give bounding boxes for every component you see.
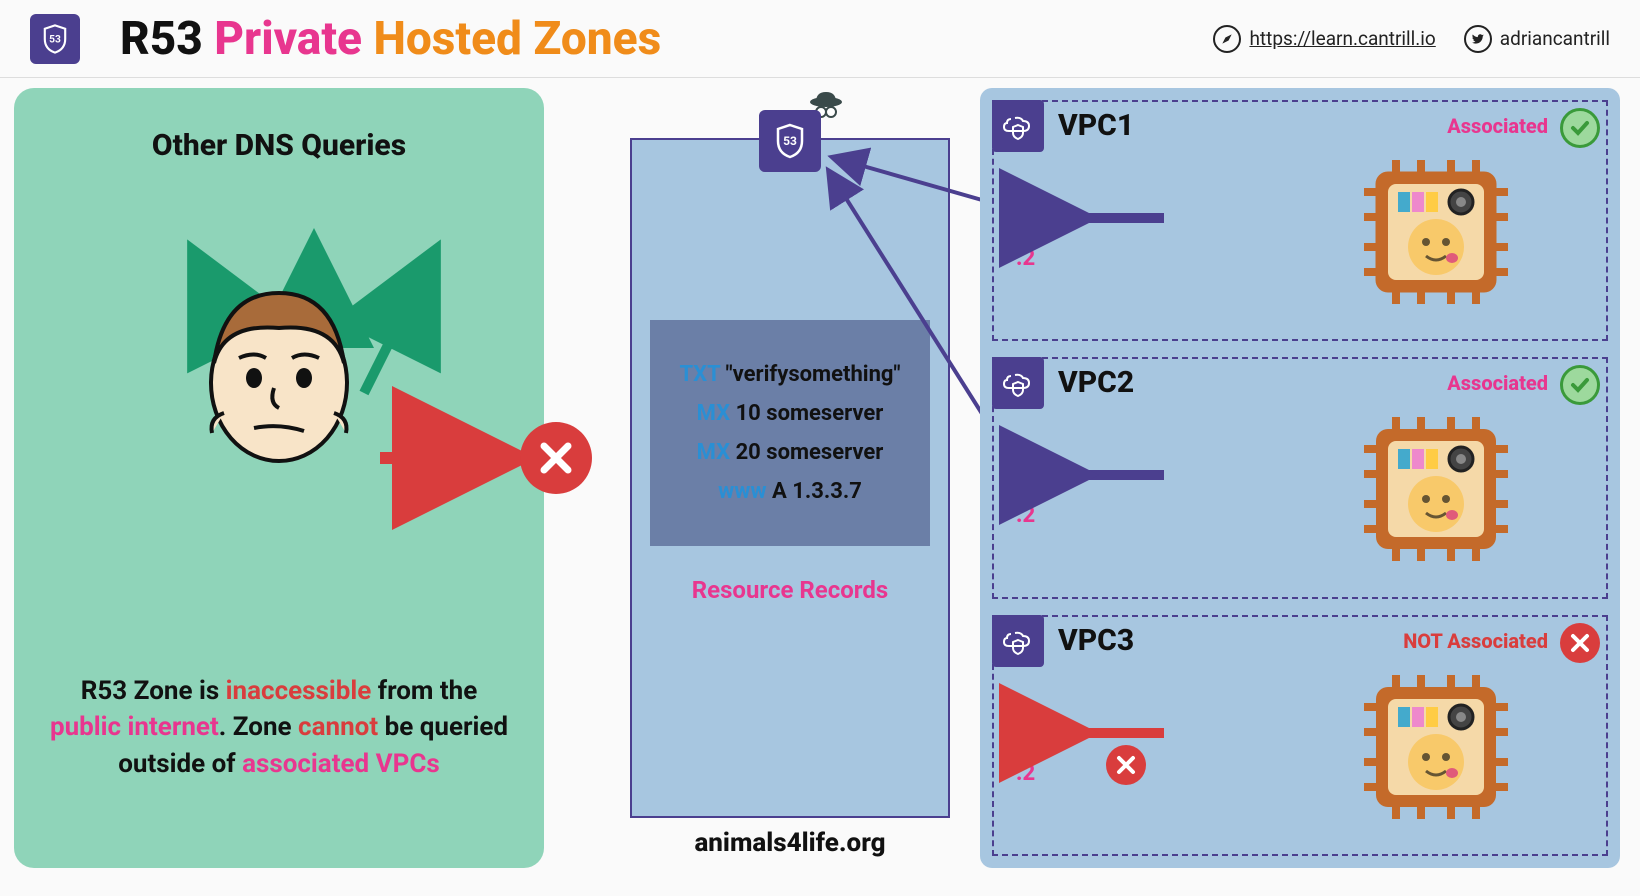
- zone-domain-name: animals4life.org: [630, 828, 950, 858]
- blocked-x-small-icon: [1106, 745, 1146, 785]
- ec2-instance-icon: [1356, 667, 1516, 827]
- vpc-box-2: VPC2 Associated 53 .2: [992, 357, 1608, 598]
- r53-resolver-icon: 53: [1008, 453, 1052, 497]
- blocked-x-icon: [520, 422, 592, 494]
- svg-text:53: 53: [1026, 214, 1034, 222]
- vpc-icon: [992, 100, 1044, 152]
- user-face-icon: [194, 273, 364, 463]
- ec2-instance-icon: [1356, 152, 1516, 312]
- resolver-ip-label: .2: [1016, 761, 1035, 786]
- other-dns-heading: Other DNS Queries: [44, 128, 514, 163]
- vpc-name: VPC2: [1058, 365, 1134, 400]
- vpc-icon: [992, 357, 1044, 409]
- svg-text:53: 53: [49, 34, 61, 45]
- vpc-icon: [992, 615, 1044, 667]
- association-label: Associated: [1447, 371, 1548, 395]
- resolver-ip-label: .2: [1016, 246, 1035, 271]
- twitter-icon: [1464, 25, 1492, 53]
- r53-zone-icon: 53: [759, 110, 821, 172]
- vpc-box-1: VPC1 Associated 53 .2: [992, 100, 1608, 341]
- svg-text:53: 53: [783, 134, 797, 148]
- association-label: NOT Associated: [1403, 629, 1548, 653]
- vpc-box-3: VPC3 NOT Associated 53 .2: [992, 615, 1608, 856]
- zone-inaccessible-text: R53 Zone is inaccessible from the public…: [44, 673, 514, 782]
- resource-records-box: TXT "verifysomething" MX 10 someserver M…: [650, 320, 930, 546]
- resource-records-label: Resource Records: [632, 576, 948, 604]
- hosted-zone-panel: 53 TXT "verifysomething" MX 10 someserve…: [630, 138, 950, 818]
- status-ok-icon: [1560, 108, 1600, 148]
- svg-text:53: 53: [1026, 729, 1034, 737]
- header: 53 R53 Private Hosted Zones https://lear…: [0, 0, 1640, 78]
- status-ok-icon: [1560, 365, 1600, 405]
- site-link[interactable]: https://learn.cantrill.io: [1213, 25, 1435, 53]
- record-row: MX 10 someserver: [660, 401, 920, 426]
- r53-resolver-icon: 53: [1008, 711, 1052, 755]
- twitter-link[interactable]: adriancantrill: [1464, 25, 1610, 53]
- record-row: TXT "verifysomething": [660, 362, 920, 387]
- status-fail-icon: [1560, 623, 1600, 663]
- r53-resolver-icon: 53: [1008, 196, 1052, 240]
- public-internet-panel: Other DNS Queries: [14, 88, 544, 868]
- instance-to-resolver-arrow-icon: [1064, 200, 1174, 240]
- page-title: R53 Private Hosted Zones: [120, 12, 1213, 66]
- compass-icon: [1213, 25, 1241, 53]
- resolver-ip-label: .2: [1016, 503, 1035, 528]
- ec2-instance-icon: [1356, 409, 1516, 569]
- record-row: www A 1.3.3.7: [660, 479, 920, 504]
- record-row: MX 20 someserver: [660, 440, 920, 465]
- r53-logo-icon: 53: [30, 14, 80, 64]
- svg-text:53: 53: [1026, 472, 1034, 480]
- instance-to-resolver-arrow-icon: [1064, 457, 1174, 497]
- diagram-canvas: Other DNS Queries: [0, 78, 1640, 896]
- vpc-name: VPC1: [1058, 108, 1134, 143]
- vpc-column: VPC1 Associated 53 .2: [980, 88, 1620, 868]
- association-label: Associated: [1447, 114, 1548, 138]
- header-links: https://learn.cantrill.io adriancantrill: [1213, 25, 1610, 53]
- vpc-name: VPC3: [1058, 623, 1134, 658]
